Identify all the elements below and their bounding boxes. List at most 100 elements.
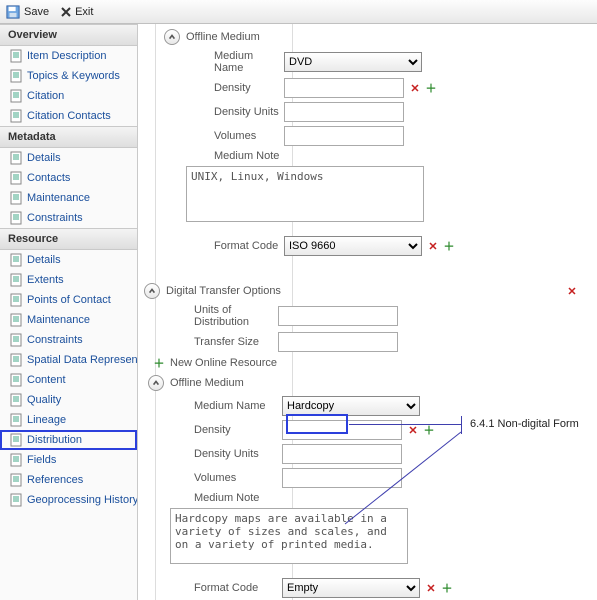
- transfer-size-label: Transfer Size: [166, 336, 278, 348]
- sidebar-item-distribution[interactable]: Distribution: [0, 430, 137, 450]
- sidebar-item-fields[interactable]: Fields: [0, 450, 137, 470]
- add-icon[interactable]: ＋: [422, 423, 436, 437]
- sidebar-item-spatial-data-representation[interactable]: Spatial Data Representation: [0, 350, 137, 370]
- add-icon[interactable]: ＋: [442, 239, 456, 253]
- sidebar-item-item-description[interactable]: Item Description: [0, 46, 137, 66]
- volumes-label: Volumes: [184, 472, 282, 484]
- sidebar: Overview Item Description Topics & Keyword…: [0, 24, 138, 600]
- collapse-toggle[interactable]: [144, 283, 160, 299]
- section-title: Digital Transfer Options: [166, 285, 281, 297]
- sidebar-item-extents[interactable]: Extents: [0, 270, 137, 290]
- density-input[interactable]: [284, 78, 404, 98]
- sidebar-item-label: Item Description: [27, 50, 106, 62]
- medium-note-label: Medium Note: [184, 492, 282, 504]
- sidebar-item-label: Quality: [27, 394, 61, 406]
- sidebar-item-label: Extents: [27, 274, 64, 286]
- sidebar-item-label: Fields: [27, 454, 56, 466]
- sidebar-item-label: Details: [27, 254, 61, 266]
- section-digital-transfer: Digital Transfer Options ✕: [144, 280, 589, 302]
- units-dist-input[interactable]: [278, 306, 398, 326]
- sidebar-item-label: Constraints: [27, 334, 83, 346]
- sidebar-item-quality[interactable]: Quality: [0, 390, 137, 410]
- density-input[interactable]: [282, 420, 402, 440]
- transfer-size-input[interactable]: [278, 332, 398, 352]
- new-online-resource[interactable]: New Online Resource: [170, 357, 277, 369]
- sidebar-item-label: Citation: [27, 90, 64, 102]
- medium-note-textarea[interactable]: UNIX, Linux, Windows: [186, 166, 424, 222]
- sidebar-item-details[interactable]: Details: [0, 148, 137, 168]
- exit-button[interactable]: Exit: [61, 6, 93, 18]
- add-icon[interactable]: ＋: [152, 356, 166, 370]
- sidebar-item-label: Maintenance: [27, 314, 90, 326]
- sidebar-item-maintenance[interactable]: Maintenance: [0, 310, 137, 330]
- density-units-label: Density Units: [186, 106, 284, 118]
- density-units-input[interactable]: [284, 102, 404, 122]
- sidebar-item-content[interactable]: Content: [0, 370, 137, 390]
- density-label: Density: [184, 424, 282, 436]
- sidebar-item-lineage[interactable]: Lineage: [0, 410, 137, 430]
- format-code-select[interactable]: Empty: [282, 578, 420, 598]
- delete-icon[interactable]: ✕: [426, 239, 440, 253]
- sidebar-item-label: Citation Contacts: [27, 110, 111, 122]
- sidebar-item-label: References: [27, 474, 83, 486]
- sidebar-section-header[interactable]: Metadata: [0, 126, 137, 148]
- collapse-toggle[interactable]: [148, 375, 164, 391]
- sidebar-item-label: Topics & Keywords: [27, 70, 120, 82]
- sidebar-item-label: Lineage: [27, 414, 66, 426]
- format-code-label: Format Code: [184, 582, 282, 594]
- medium-name-label: Medium Name: [184, 400, 282, 412]
- sidebar-section-header[interactable]: Resource: [0, 228, 137, 250]
- sidebar-item-citation[interactable]: Citation: [0, 86, 137, 106]
- medium-note-label: Medium Note: [186, 150, 284, 162]
- delete-icon[interactable]: ✕: [424, 581, 438, 595]
- close-icon: [61, 7, 71, 17]
- sidebar-section-header[interactable]: Overview: [0, 24, 137, 46]
- medium-note-textarea[interactable]: Hardcopy maps are available in a variety…: [170, 508, 408, 564]
- sidebar-item-label: Content: [27, 374, 66, 386]
- sidebar-item-label: Contacts: [27, 172, 70, 184]
- sidebar-item-points-of-contact[interactable]: Points of Contact: [0, 290, 137, 310]
- sidebar-item-constraints[interactable]: Constraints: [0, 330, 137, 350]
- sidebar-item-label: Distribution: [27, 434, 82, 446]
- sidebar-item-geoprocessing-history[interactable]: Geoprocessing History: [0, 490, 137, 510]
- sidebar-item-contacts[interactable]: Contacts: [0, 168, 137, 188]
- medium-name-select[interactable]: DVD: [284, 52, 422, 72]
- sidebar-item-citation-contacts[interactable]: Citation Contacts: [0, 106, 137, 126]
- format-code-select[interactable]: ISO 9660: [284, 236, 422, 256]
- save-label: Save: [24, 6, 49, 18]
- sidebar-item-label: Spatial Data Representation: [27, 354, 137, 366]
- delete-icon[interactable]: ✕: [408, 81, 422, 95]
- units-dist-label: Units of Distribution: [166, 304, 278, 328]
- sidebar-item-details[interactable]: Details: [0, 250, 137, 270]
- volumes-input[interactable]: [284, 126, 404, 146]
- delete-icon[interactable]: ✕: [565, 284, 579, 298]
- medium-name-select-hardcopy[interactable]: Hardcopy: [282, 396, 420, 416]
- sidebar-item-label: Details: [27, 152, 61, 164]
- add-icon[interactable]: ＋: [424, 81, 438, 95]
- section-offline-medium-2: Offline Medium: [148, 372, 589, 394]
- save-button[interactable]: Save: [6, 5, 49, 19]
- exit-label: Exit: [75, 6, 93, 18]
- sidebar-item-label: Points of Contact: [27, 294, 111, 306]
- section-offline-medium-1: Offline Medium: [164, 26, 589, 48]
- disk-icon: [6, 5, 20, 19]
- add-icon[interactable]: ＋: [440, 581, 454, 595]
- volumes-input[interactable]: [282, 468, 402, 488]
- volumes-label: Volumes: [186, 130, 284, 142]
- collapse-toggle[interactable]: [164, 29, 180, 45]
- density-units-label: Density Units: [184, 448, 282, 460]
- section-title: Offline Medium: [170, 377, 244, 389]
- density-units-input[interactable]: [282, 444, 402, 464]
- sidebar-item-maintenance[interactable]: Maintenance: [0, 188, 137, 208]
- sidebar-item-label: Maintenance: [27, 192, 90, 204]
- format-code-label: Format Code: [186, 240, 284, 252]
- density-label: Density: [186, 82, 284, 94]
- toolbar: Save Exit: [0, 0, 597, 24]
- delete-icon[interactable]: ✕: [406, 423, 420, 437]
- sidebar-item-constraints[interactable]: Constraints: [0, 208, 137, 228]
- section-title: Offline Medium: [186, 31, 260, 43]
- sidebar-item-references[interactable]: References: [0, 470, 137, 490]
- annotation-label: 6.4.1 Non-digital Form: [470, 418, 579, 430]
- sidebar-item-topics-keywords[interactable]: Topics & Keywords: [0, 66, 137, 86]
- sidebar-item-label: Geoprocessing History: [27, 494, 137, 506]
